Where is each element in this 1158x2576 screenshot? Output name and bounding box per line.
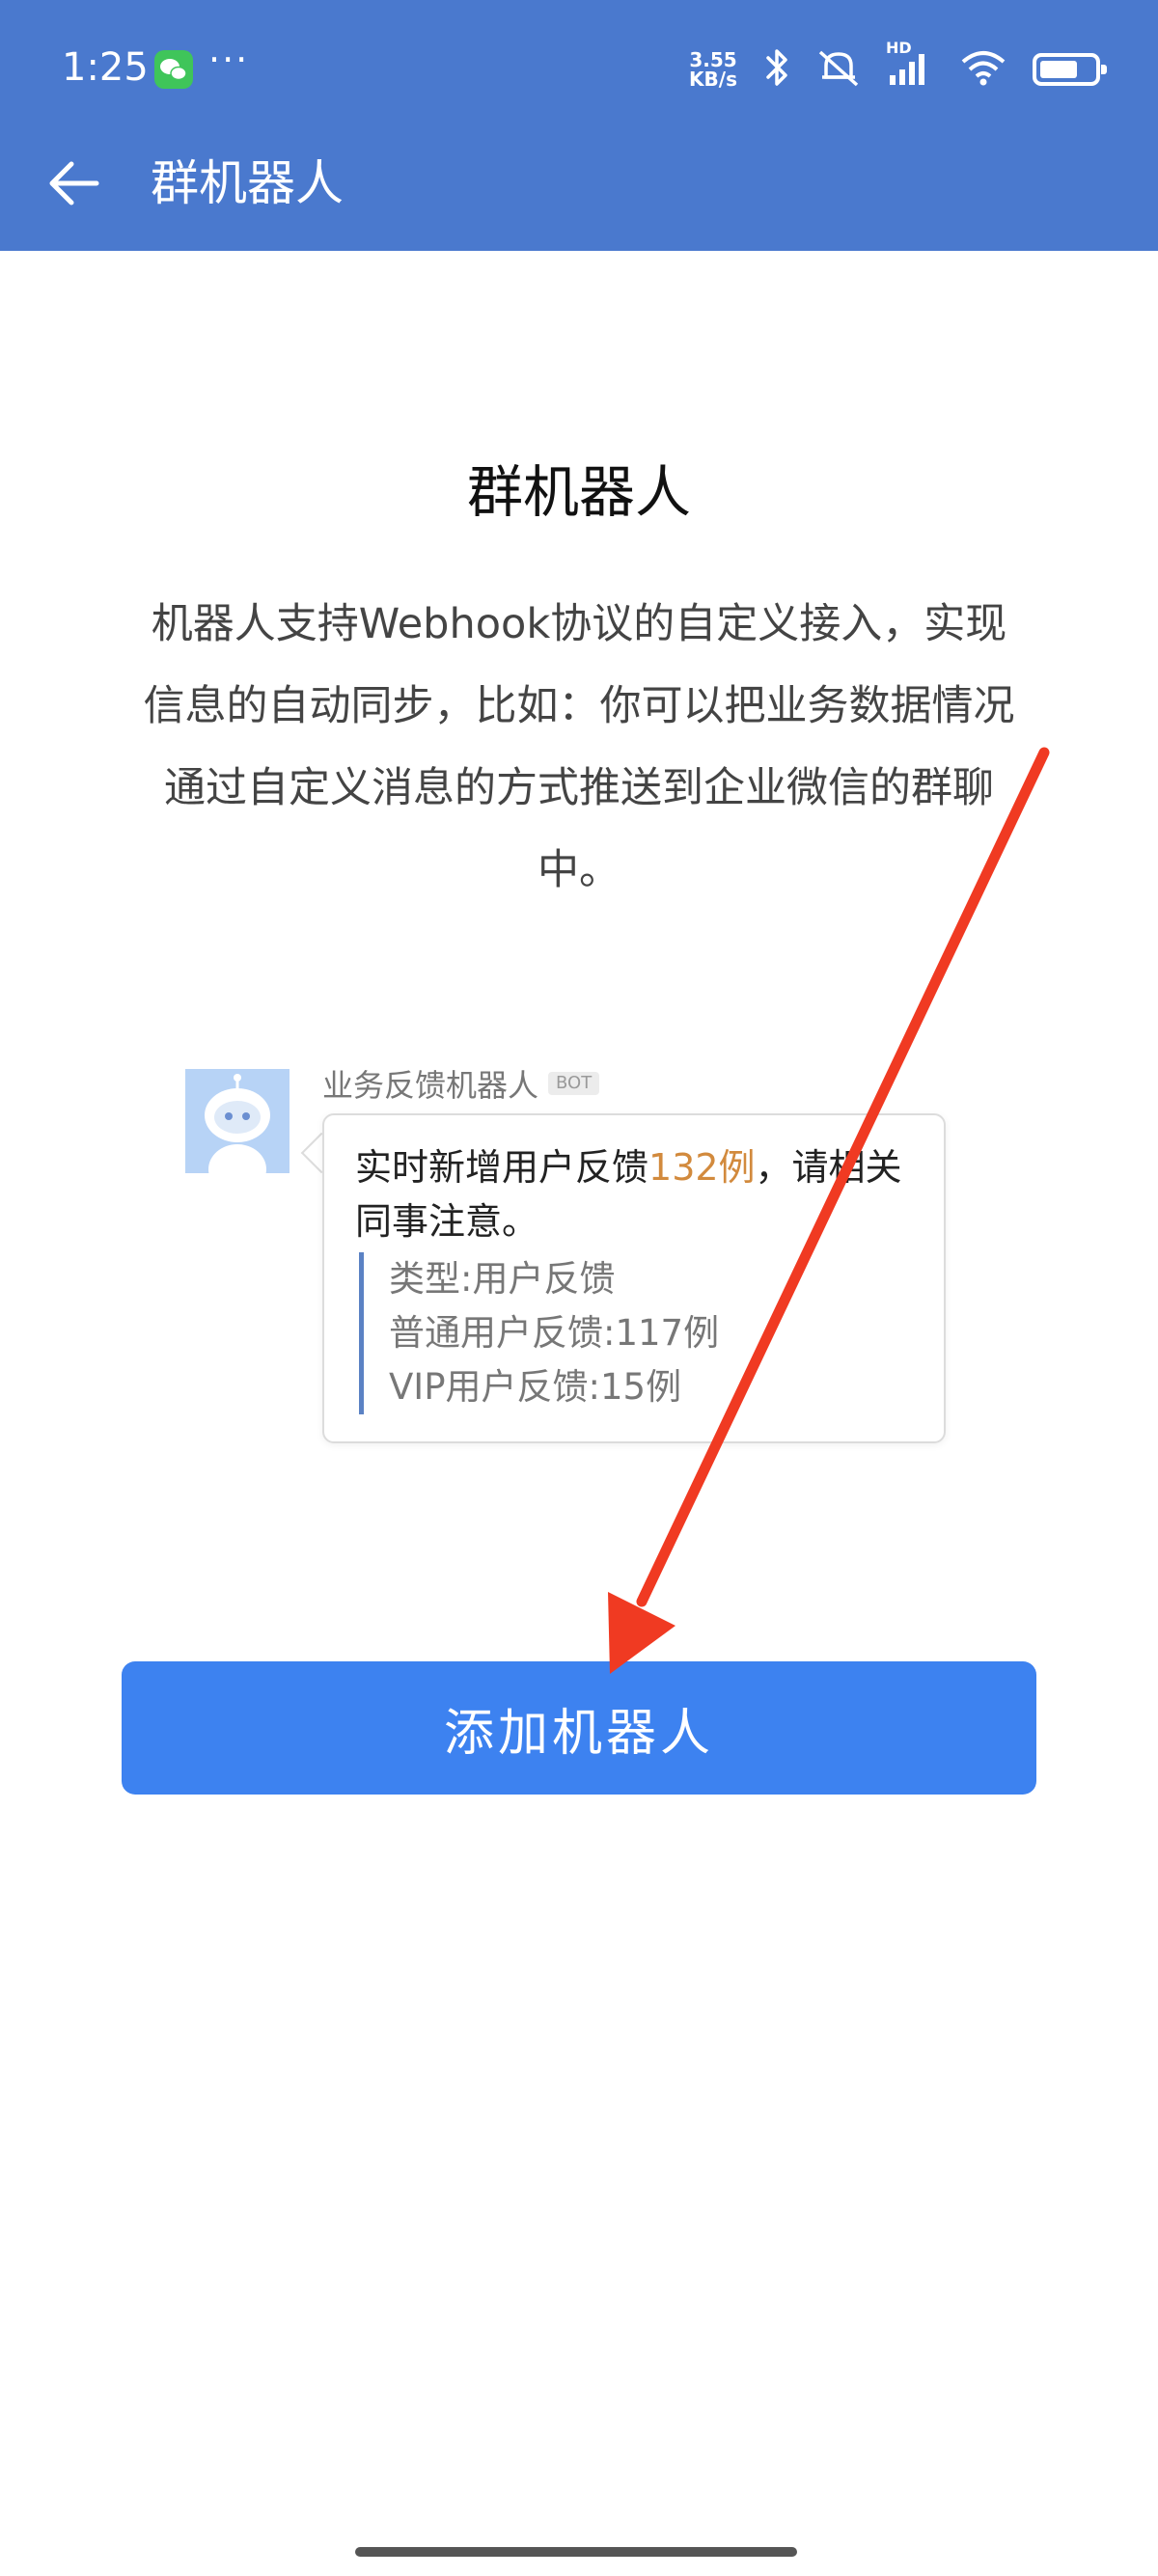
bot-avatar <box>185 1069 290 1173</box>
detail-line: VIP用户反馈:15例 <box>389 1366 682 1408</box>
message-bubble: 实时新增用户反馈132例，请相关同事注意。 类型:用户反馈 普通用户反馈:117… <box>322 1113 946 1443</box>
back-button[interactable] <box>35 145 112 222</box>
bluetooth-icon <box>762 46 791 93</box>
home-indicator[interactable] <box>355 2547 797 2557</box>
page: 1:25 ··· 3.55 KB/s HD 群机器人 群机器人 机器人支持Web… <box>0 0 1158 2576</box>
highlight-count: 132例 <box>648 1146 756 1189</box>
add-robot-button[interactable]: 添加机器人 <box>122 1661 1036 1795</box>
signal-icon: HD <box>886 39 934 93</box>
appbar-title: 群机器人 <box>151 155 344 211</box>
wechat-icon <box>154 50 193 89</box>
app-bar: 1:25 ··· 3.55 KB/s HD 群机器人 <box>0 0 1158 251</box>
bot-name-row: 业务反馈机器人 BOT <box>322 1061 600 1106</box>
detail-line: 类型:用户反馈 <box>389 1258 616 1300</box>
arrow-left-icon <box>49 161 99 206</box>
message-detail-block: 类型:用户反馈 普通用户反馈:117例 VIP用户反馈:15例 <box>359 1252 719 1414</box>
bot-name: 业务反馈机器人 <box>322 1067 539 1104</box>
bot-tag: BOT <box>548 1072 600 1095</box>
wifi-icon <box>959 46 1007 93</box>
battery-icon <box>1033 53 1107 86</box>
detail-line: 普通用户反馈:117例 <box>389 1312 720 1354</box>
description-text: 机器人支持Webhook协议的自定义接入，实现信息的自动同步，比如：你可以把业务… <box>143 600 1015 894</box>
status-time: 1:25 <box>62 45 149 90</box>
network-speed: 3.55 KB/s <box>689 48 737 91</box>
message-text: 实时新增用户反馈132例，请相关同事注意。 <box>355 1146 902 1243</box>
status-more-icon: ··· <box>208 39 250 81</box>
page-title: 群机器人 <box>466 459 691 525</box>
mute-icon <box>816 46 861 93</box>
status-icons: 3.55 KB/s HD <box>689 39 1107 96</box>
